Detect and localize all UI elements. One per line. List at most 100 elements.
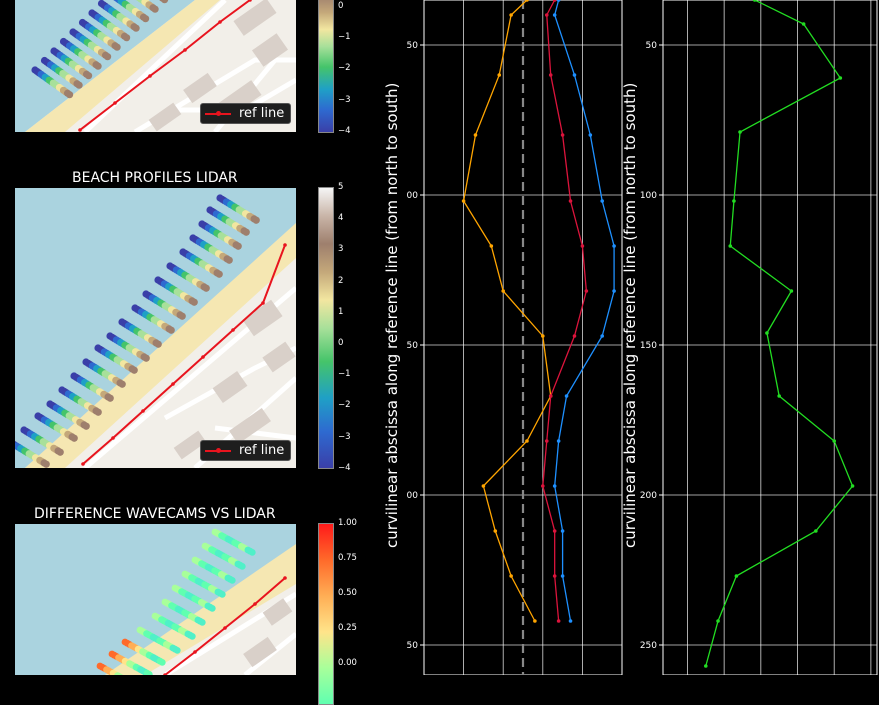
map-panel-difference [15, 524, 296, 675]
legend-ref-line-1: ref line [200, 103, 291, 124]
series-point [704, 664, 708, 668]
reference-line-point [113, 101, 117, 105]
series-point [549, 394, 553, 398]
series-point [732, 199, 736, 203]
series-point [497, 73, 501, 77]
colorbar-difference-tick: 0.50 [338, 588, 357, 598]
reference-line-point [201, 355, 205, 359]
series-point [525, 439, 529, 443]
reference-line-point [283, 576, 287, 580]
series-point [569, 619, 573, 623]
series-point [735, 574, 739, 578]
series-point [802, 22, 806, 26]
map-panel-lidar [15, 188, 296, 468]
plot-frame [663, 0, 877, 675]
series-point [493, 529, 497, 533]
y-tick-label: 150 [640, 341, 657, 351]
colorbar-elevation-top-tick: −4 [338, 126, 351, 136]
reference-line-point [171, 382, 175, 386]
reference-line-point [183, 48, 187, 52]
series-point [553, 574, 557, 578]
map-difference-svg [15, 524, 296, 675]
colorbar-difference-tick: 0.25 [338, 623, 357, 633]
reference-line-point [111, 436, 115, 440]
panel-title-difference: DIFFERENCE WAVECAMS VS LIDAR [34, 506, 276, 522]
series-point [501, 289, 505, 293]
colorbar-difference-tick: 1.00 [338, 518, 357, 528]
series-point [561, 529, 565, 533]
series-point [600, 334, 604, 338]
series-point [612, 244, 616, 248]
y-tick-label: 100 [640, 191, 657, 201]
colorbar-elevation-tick: −3 [338, 432, 351, 442]
series-point [600, 199, 604, 203]
series-point [790, 289, 794, 293]
series-point [474, 133, 478, 137]
colorbar-elevation-tick: 2 [338, 276, 343, 286]
y-tick-label: 200 [640, 491, 657, 501]
reference-line-point [223, 626, 227, 630]
series-point [814, 529, 818, 533]
colorbar-difference-tick: 0.75 [338, 553, 357, 563]
colorbar-elevation-top [318, 0, 334, 133]
y-tick-label: 250 [406, 641, 418, 651]
series-point [573, 73, 577, 77]
reference-line-point [78, 128, 82, 132]
series-point [573, 334, 577, 338]
y-tick-label: 100 [406, 191, 418, 201]
reference-line-point [231, 328, 235, 332]
colorbar-elevation-tick: 0 [338, 338, 343, 348]
y-tick-label: 200 [406, 491, 418, 501]
legend-label: ref line [239, 106, 284, 121]
y-tick-label: 250 [640, 641, 657, 651]
series-point [462, 199, 466, 203]
colorbar-elevation-tick: 5 [338, 182, 343, 192]
ref-line-swatch [205, 450, 231, 452]
reference-line-point [193, 650, 197, 654]
series-point [839, 76, 843, 80]
series-point [509, 13, 513, 17]
series-point [716, 619, 720, 623]
series-point [765, 331, 769, 335]
legend-ref-line-2: ref line [200, 440, 291, 461]
series-point [612, 289, 616, 293]
series-point [549, 73, 553, 77]
colorbar-elevation-top-tick: −3 [338, 95, 351, 105]
series-point [557, 619, 561, 623]
colorbar-elevation-tick: 3 [338, 244, 343, 254]
series-point [553, 484, 557, 488]
y-tick-label: 150 [406, 341, 418, 351]
series-point [777, 394, 781, 398]
plot-difference: 50100150200250 [640, 0, 879, 675]
colorbar-elevation [318, 187, 334, 469]
colorbar-elevation-tick: −2 [338, 400, 351, 410]
series-point [490, 244, 494, 248]
series-point [545, 13, 549, 17]
series-point [509, 574, 513, 578]
series-point [553, 13, 557, 17]
series-point [569, 199, 573, 203]
colorbar-elevation-top-tick: 0 [338, 1, 343, 11]
series-point [541, 334, 545, 338]
series-point [541, 484, 545, 488]
series-point [585, 289, 589, 293]
series-point [851, 484, 855, 488]
reference-line-point [283, 243, 287, 247]
colorbar-elevation-top-tick: −2 [338, 63, 351, 73]
map-lidar-svg [15, 188, 296, 468]
reference-line-point [218, 20, 222, 24]
series-point [545, 439, 549, 443]
series-point [581, 244, 585, 248]
reference-line-point [148, 74, 152, 78]
panel-title-lidar: BEACH PROFILES LIDAR [72, 170, 238, 186]
colorbar-elevation-tick: 4 [338, 213, 343, 223]
series-point [557, 439, 561, 443]
reference-line-point [141, 409, 145, 413]
series-point [533, 619, 537, 623]
reference-line-point [261, 301, 265, 305]
colorbar-elevation-tick: 1 [338, 307, 343, 317]
colorbar-elevation-top-tick: −1 [338, 32, 351, 42]
colorbar-difference-tick: 0.00 [338, 658, 357, 668]
reference-line-point [81, 462, 85, 466]
series-point [482, 484, 486, 488]
